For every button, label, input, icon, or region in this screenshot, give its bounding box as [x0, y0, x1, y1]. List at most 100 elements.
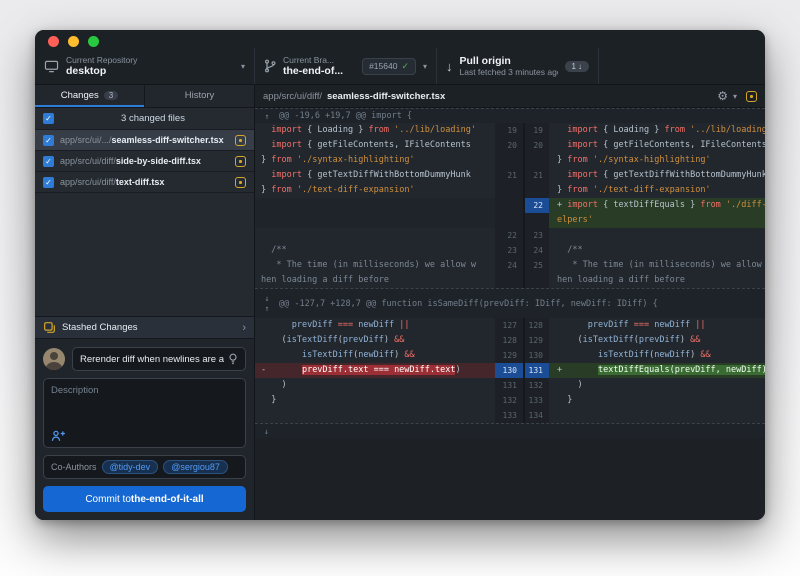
diff-code-right[interactable]: elpers'	[549, 213, 765, 228]
diff-code-left[interactable]: } from './syntax-highlighting'	[255, 153, 495, 168]
expand-up-icon[interactable]: ↑	[265, 112, 270, 121]
line-number-new[interactable]: 25	[523, 258, 549, 273]
current-branch-button[interactable]: Current Bra... the-end-of... #15640 ✓ ▾	[255, 48, 437, 84]
line-number-new[interactable]: 22	[523, 198, 549, 213]
line-number-old[interactable]	[495, 153, 523, 168]
diff-code-left[interactable]	[255, 228, 495, 243]
expand-down-icon[interactable]: ↓	[264, 427, 269, 436]
select-all-checkbox[interactable]: ✓	[43, 113, 54, 124]
stashed-changes-row[interactable]: Stashed Changes ›	[35, 316, 254, 339]
current-repository-button[interactable]: Current Repository desktop ▾	[35, 48, 255, 84]
diff-code-right[interactable]	[549, 408, 765, 423]
expand-up-icon[interactable]: ↑	[265, 304, 270, 313]
description-input[interactable]: Description	[43, 378, 246, 448]
diff-code-right[interactable]: import { getTextDiffWithBottomDummyHunk	[549, 168, 765, 183]
line-number-old[interactable]: 21	[495, 168, 523, 183]
summary-input[interactable]: Rerender diff when newlines are adde	[72, 347, 246, 371]
diff-code-left[interactable]: /**	[255, 243, 495, 258]
diff-code-left[interactable]: * The time (in milliseconds) we allow w	[255, 258, 495, 273]
diff-code-left[interactable]: import { Loading } from '../lib/loading'	[255, 123, 495, 138]
file-row[interactable]: ✓app/src/ui/.../seamless-diff-switcher.t…	[35, 130, 254, 151]
gear-icon[interactable]: ⚙	[717, 90, 728, 102]
line-number-new[interactable]	[523, 273, 549, 288]
coauthor-pill[interactable]: @sergiou87	[163, 460, 228, 474]
diff-code-right[interactable]: + import { textDiffEquals } from './diff…	[549, 198, 765, 213]
line-number-old[interactable]	[495, 198, 523, 213]
line-number-new[interactable]: 21	[523, 168, 549, 183]
diff-code-right[interactable]: (isTextDiff(prevDiff) &&	[549, 333, 765, 348]
chevron-down-icon[interactable]: ▾	[733, 92, 737, 101]
diff-code-right[interactable]: isTextDiff(newDiff) &&	[549, 348, 765, 363]
diff-code-left[interactable]: } from './text-diff-expansion'	[255, 183, 495, 198]
diff-code-left[interactable]	[255, 213, 495, 228]
pr-status-badge[interactable]: #15640 ✓	[362, 58, 416, 75]
line-number-old[interactable]: 131	[495, 378, 523, 393]
diff-code-left[interactable]: prevDiff === newDiff ||	[255, 318, 495, 333]
zoom-button[interactable]	[88, 36, 99, 47]
line-number-new[interactable]: 128	[523, 318, 549, 333]
diff-code-right[interactable]: }	[549, 393, 765, 408]
file-checkbox[interactable]: ✓	[43, 177, 54, 188]
line-number-old[interactable]	[495, 213, 523, 228]
pull-origin-button[interactable]: ↓ Pull origin Last fetched 3 minutes ago…	[437, 48, 599, 84]
line-number-new[interactable]: 133	[523, 393, 549, 408]
line-number-old[interactable]: 20	[495, 138, 523, 153]
diff-code-left[interactable]: - prevDiff.text === newDiff.text)	[255, 363, 495, 378]
diff-code-right[interactable]: /**	[549, 243, 765, 258]
diff-code-right[interactable]: hen loading a diff before	[549, 273, 765, 288]
line-number-old[interactable]: 23	[495, 243, 523, 258]
line-number-new[interactable]	[523, 183, 549, 198]
close-button[interactable]	[48, 36, 59, 47]
file-row[interactable]: ✓app/src/ui/diff/text-diff.tsx	[35, 172, 254, 193]
diff-code-right[interactable]: + textDiffEquals(prevDiff, newDiff))	[549, 363, 765, 378]
line-number-new[interactable]: 24	[523, 243, 549, 258]
line-number-old[interactable]: 22	[495, 228, 523, 243]
line-number-old[interactable]: 19	[495, 123, 523, 138]
diff-code-right[interactable]: import { Loading } from '../lib/loading'	[549, 123, 765, 138]
diff-code-left[interactable]: (isTextDiff(prevDiff) &&	[255, 333, 495, 348]
line-number-new[interactable]: 23	[523, 228, 549, 243]
diff-code-left[interactable]: )	[255, 378, 495, 393]
line-number-old[interactable]: 127	[495, 318, 523, 333]
line-number-new[interactable]: 129	[523, 333, 549, 348]
diff-code-right[interactable]: } from './text-diff-expansion'	[549, 183, 765, 198]
line-number-old[interactable]	[495, 273, 523, 288]
diff-code-left[interactable]: }	[255, 393, 495, 408]
diff-code-left[interactable]	[255, 408, 495, 423]
tab-changes[interactable]: Changes 3	[35, 85, 144, 107]
tab-history[interactable]: History	[144, 85, 254, 107]
line-number-new[interactable]: 134	[523, 408, 549, 423]
line-number-new[interactable]: 131	[523, 363, 549, 378]
add-coauthor-icon[interactable]	[51, 430, 66, 442]
line-number-old[interactable]: 130	[495, 363, 523, 378]
diff-code-right[interactable]	[549, 228, 765, 243]
diff-code-left[interactable]: hen loading a diff before	[255, 273, 495, 288]
diff-code-right[interactable]: import { getFileContents, IFileContents	[549, 138, 765, 153]
line-number-new[interactable]: 132	[523, 378, 549, 393]
coauthor-pill[interactable]: @tidy-dev	[102, 460, 159, 474]
file-checkbox[interactable]: ✓	[43, 156, 54, 167]
minimize-button[interactable]	[68, 36, 79, 47]
line-number-new[interactable]: 20	[523, 138, 549, 153]
file-checkbox[interactable]: ✓	[43, 135, 54, 146]
line-number-old[interactable]: 128	[495, 333, 523, 348]
file-row[interactable]: ✓app/src/ui/diff/side-by-side-diff.tsx	[35, 151, 254, 172]
lightbulb-icon[interactable]	[228, 353, 238, 365]
diff-code-left[interactable]	[255, 198, 495, 213]
diff-code-right[interactable]: } from './syntax-highlighting'	[549, 153, 765, 168]
line-number-old[interactable]	[495, 183, 523, 198]
diff-code-right[interactable]: prevDiff === newDiff ||	[549, 318, 765, 333]
line-number-new[interactable]	[523, 153, 549, 168]
line-number-old[interactable]: 24	[495, 258, 523, 273]
diff-code-left[interactable]: import { getTextDiffWithBottomDummyHunk	[255, 168, 495, 183]
line-number-new[interactable]: 130	[523, 348, 549, 363]
diff-code-left[interactable]: import { getFileContents, IFileContents	[255, 138, 495, 153]
diff-code-left[interactable]: isTextDiff(newDiff) &&	[255, 348, 495, 363]
commit-button[interactable]: Commit to the-end-of-it-all	[43, 486, 246, 512]
line-number-new[interactable]	[523, 213, 549, 228]
line-number-old[interactable]: 129	[495, 348, 523, 363]
line-number-old[interactable]: 132	[495, 393, 523, 408]
coauthors-row[interactable]: Co-Authors @tidy-dev@sergiou87	[43, 455, 246, 479]
line-number-new[interactable]: 19	[523, 123, 549, 138]
expand-down-icon[interactable]: ↓	[265, 294, 270, 303]
